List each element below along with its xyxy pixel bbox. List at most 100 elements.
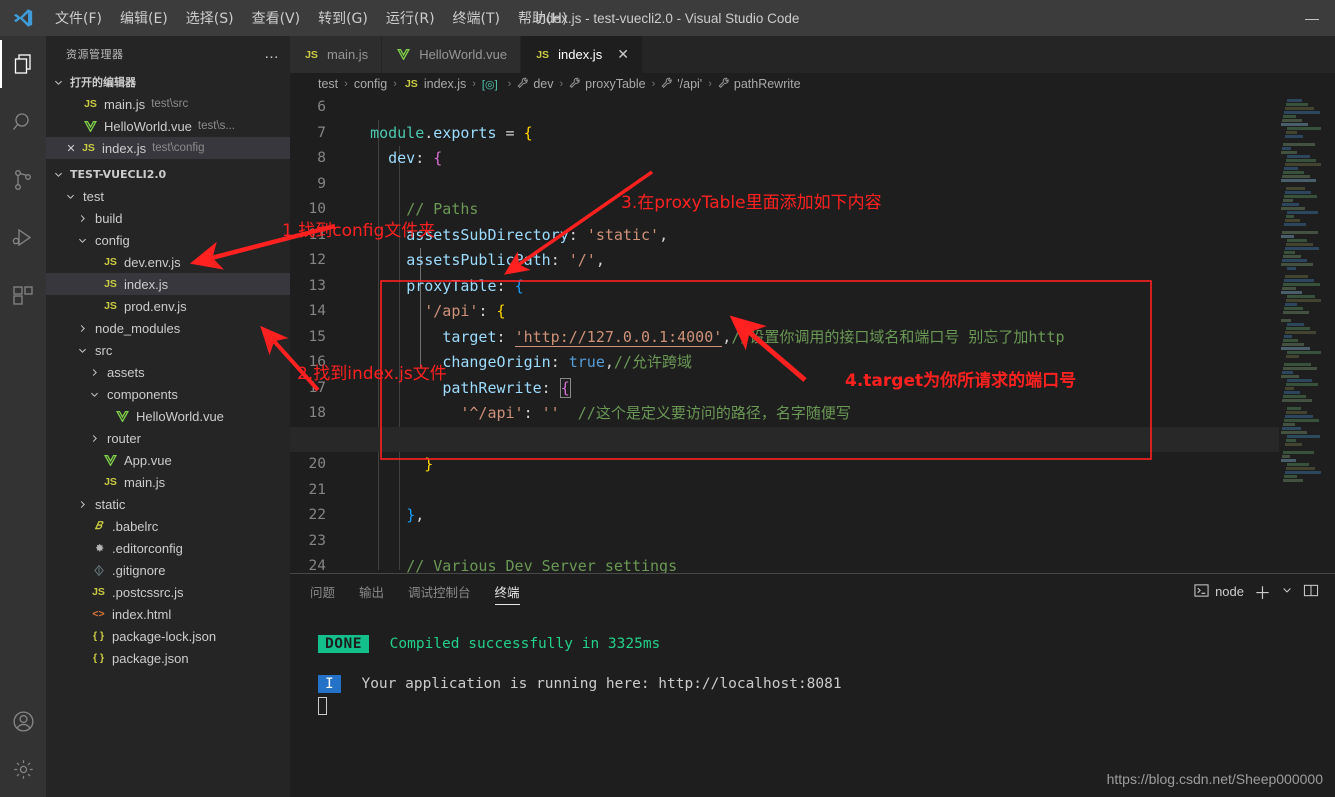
- minimap-line: [1287, 239, 1307, 242]
- tab-index-js[interactable]: JS index.js ✕: [521, 36, 643, 73]
- panel-tab-debug-console[interactable]: 调试控制台: [408, 574, 471, 609]
- editor-scrollbar[interactable]: [1321, 95, 1335, 573]
- code-line[interactable]: 9: [290, 172, 1335, 198]
- tree-folder-assets[interactable]: assets: [46, 361, 290, 383]
- tree-item-label: main.js: [124, 474, 166, 490]
- code-line[interactable]: 19 }: [290, 426, 1335, 452]
- tree-file-app-vue[interactable]: App.vue: [46, 449, 290, 471]
- code-line[interactable]: 11 assetsSubDirectory: 'static',: [290, 223, 1335, 249]
- code-line[interactable]: 13 proxyTable: {: [290, 274, 1335, 300]
- menu-item-go[interactable]: 转到(G): [309, 5, 377, 31]
- tree-file-main-js[interactable]: JS main.js: [46, 471, 290, 493]
- terminal-text: Compiled successfully in 3325ms: [389, 636, 661, 652]
- panel-tab-terminal[interactable]: 终端: [494, 574, 520, 609]
- run-debug-icon[interactable]: [0, 214, 46, 262]
- code-line[interactable]: 6: [290, 95, 1335, 121]
- tree-file-gitignore[interactable]: .gitignore: [46, 559, 290, 581]
- tree-file-prod-env-js[interactable]: JS prod.env.js: [46, 295, 290, 317]
- tree-file-index-html[interactable]: <> index.html: [46, 603, 290, 625]
- window-controls[interactable]: —: [1289, 0, 1335, 36]
- minimap-line: [1281, 431, 1307, 434]
- minimize-button[interactable]: —: [1289, 0, 1335, 36]
- code-line[interactable]: 10 // Paths: [290, 197, 1335, 223]
- project-root-header[interactable]: TEST-VUECLI2.0: [46, 163, 290, 185]
- breadcrumb-item-pathrewrite[interactable]: pathRewrite: [718, 77, 801, 92]
- tree-folder-components[interactable]: components: [46, 383, 290, 405]
- account-icon[interactable]: [0, 697, 46, 745]
- code-line[interactable]: 7 module.exports = {: [290, 121, 1335, 147]
- tree-file-babelrc[interactable]: 𝐵 .babelrc: [46, 515, 290, 537]
- code-line[interactable]: 12 assetsPublicPath: '/',: [290, 248, 1335, 274]
- line-number: 9: [317, 175, 326, 192]
- chevron-down-icon[interactable]: [1281, 584, 1293, 599]
- tab-close-icon[interactable]: ✕: [617, 46, 629, 63]
- tree-file-helloworld-vue[interactable]: HelloWorld.vue: [46, 405, 290, 427]
- tree-folder-build[interactable]: build: [46, 207, 290, 229]
- tree-file-package-json[interactable]: { } package.json: [46, 647, 290, 669]
- more-actions-icon[interactable]: …: [264, 45, 280, 62]
- menu-bar[interactable]: 文件(F) 编辑(E) 选择(S) 查看(V) 转到(G) 运行(R) 终端(T…: [46, 5, 576, 31]
- tree-file-dev-env-js[interactable]: JS dev.env.js: [46, 251, 290, 273]
- menu-item-terminal[interactable]: 终端(T): [444, 5, 509, 31]
- breadcrumb-item-dev[interactable]: dev: [517, 77, 553, 92]
- breadcrumb-item-config[interactable]: config: [354, 77, 387, 91]
- code-line[interactable]: 16 changeOrigin: true,//允许跨域: [290, 350, 1335, 376]
- breadcrumb-item-api[interactable]: '/api': [661, 77, 702, 92]
- breadcrumb[interactable]: test › config › JS index.js › [◎] › dev › proxyTabl…: [290, 73, 1335, 95]
- breadcrumb-item-unknown[interactable]: [◎]: [482, 78, 502, 91]
- tree-folder-node-modules[interactable]: node_modules: [46, 317, 290, 339]
- settings-gear-icon[interactable]: [0, 745, 46, 793]
- tree-file-index-js[interactable]: JS index.js: [46, 273, 290, 295]
- code-line[interactable]: 20 }: [290, 452, 1335, 478]
- tab-helloworld-vue[interactable]: HelloWorld.vue: [382, 36, 522, 73]
- bottom-panel: 问题 输出 调试控制台 终端 node ＋ DONE Compiled succ…: [290, 573, 1335, 797]
- code-line[interactable]: 24 // Various Dev Server settings: [290, 554, 1335, 573]
- minimap[interactable]: [1279, 95, 1323, 573]
- search-icon[interactable]: [0, 98, 46, 146]
- panel-tab-problems[interactable]: 问题: [310, 574, 335, 609]
- close-icon[interactable]: ✕: [62, 142, 80, 155]
- tree-folder-router[interactable]: router: [46, 427, 290, 449]
- breadcrumb-item-proxytable[interactable]: proxyTable: [569, 77, 646, 92]
- tab-main-js[interactable]: JS main.js: [290, 36, 383, 73]
- extensions-icon[interactable]: [0, 272, 46, 320]
- tree-folder-test[interactable]: test: [46, 185, 290, 207]
- breadcrumb-item-indexjs[interactable]: JS index.js: [403, 77, 466, 91]
- tree-folder-src[interactable]: src: [46, 339, 290, 361]
- terminal-selector[interactable]: node: [1194, 583, 1244, 601]
- code-line[interactable]: 17 pathRewrite: {: [290, 376, 1335, 402]
- tree-item-label: .editorconfig: [112, 540, 183, 556]
- code-line[interactable]: 21: [290, 478, 1335, 504]
- code-line[interactable]: 15 target: 'http://127.0.0.1:4000',//设置你…: [290, 325, 1335, 351]
- tree-folder-config[interactable]: config: [46, 229, 290, 251]
- explorer-icon[interactable]: [0, 40, 46, 88]
- menu-item-file[interactable]: 文件(F): [46, 5, 111, 31]
- code-line[interactable]: 18 '^/api': '' //这个是定义要访问的路径，名字随便写: [290, 401, 1335, 427]
- breadcrumb-item-test[interactable]: test: [318, 77, 338, 91]
- add-terminal-button[interactable]: ＋: [1254, 579, 1271, 604]
- panel-tab-output[interactable]: 输出: [359, 574, 384, 609]
- terminal-output[interactable]: DONE Compiled successfully in 3325ms I Y…: [290, 609, 1335, 721]
- menu-item-view[interactable]: 查看(V): [243, 5, 310, 31]
- code-line[interactable]: 23: [290, 529, 1335, 555]
- code-line[interactable]: 14 '/api': {: [290, 299, 1335, 325]
- tree-file-editorconfig[interactable]: .editorconfig: [46, 537, 290, 559]
- code-line[interactable]: 22 },: [290, 503, 1335, 529]
- menu-item-edit[interactable]: 编辑(E): [111, 5, 177, 31]
- open-editor-helloworld-vue[interactable]: HelloWorld.vue test\s...: [46, 115, 290, 137]
- code-editor[interactable]: 67 module.exports = {8 dev: { 9 10 // Path…: [290, 95, 1335, 573]
- split-terminal-icon[interactable]: [1303, 583, 1319, 601]
- menu-item-run[interactable]: 运行(R): [377, 5, 444, 31]
- open-editor-path: test\s...: [197, 120, 235, 132]
- tree-file-postcssrc-js[interactable]: JS .postcssrc.js: [46, 581, 290, 603]
- open-editor-main-js[interactable]: JS main.js test\src: [46, 93, 290, 115]
- vue-file-icon: [395, 49, 412, 60]
- menu-item-selection[interactable]: 选择(S): [177, 5, 243, 31]
- menu-item-help[interactable]: 帮助(H): [509, 5, 576, 31]
- source-control-icon[interactable]: [0, 156, 46, 204]
- open-editors-header[interactable]: 打开的编辑器: [46, 71, 290, 93]
- code-line[interactable]: 8 dev: {: [290, 146, 1335, 172]
- open-editor-index-js[interactable]: ✕ JS index.js test\config: [46, 137, 290, 159]
- tree-file-package-lock-json[interactable]: { } package-lock.json: [46, 625, 290, 647]
- tree-folder-static[interactable]: static: [46, 493, 290, 515]
